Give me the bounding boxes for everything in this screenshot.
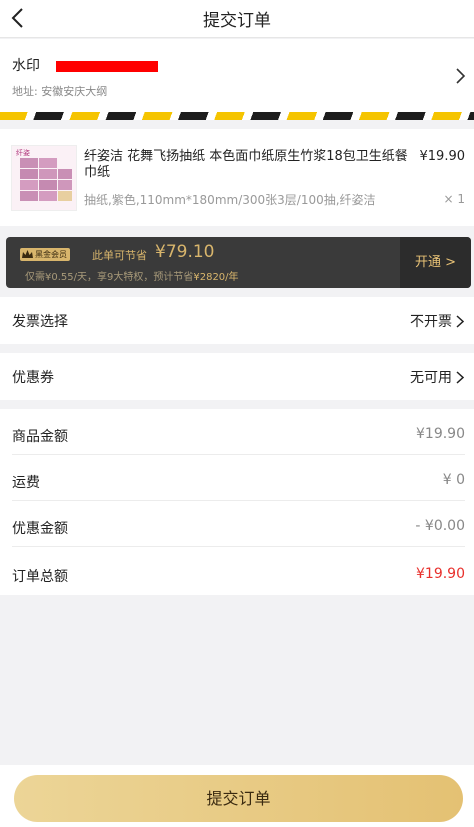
amount-value: ¥19.90 bbox=[416, 426, 465, 442]
amount-label: 商品金额 bbox=[12, 429, 68, 445]
invoice-value: 不开票 bbox=[410, 314, 452, 330]
product-thumbnail: 纤姿 bbox=[11, 145, 77, 211]
coupon-row[interactable]: 优惠券 无可用 bbox=[0, 353, 474, 400]
member-subtext-highlight: ¥2820/年 bbox=[193, 272, 239, 283]
member-subtext-prefix: 仅需¥0.55/天，享9大特权，预计节省 bbox=[25, 272, 194, 283]
member-badge-label: 黑金会员 bbox=[35, 250, 67, 259]
product-title: 纤姿洁 花舞飞扬抽纸 本色面巾纸原生竹浆18包卫生纸餐巾纸 bbox=[84, 149, 408, 180]
invoice-label: 发票选择 bbox=[12, 314, 68, 330]
shipping-row: 运费 ¥ 0 bbox=[0, 455, 474, 501]
goods-amount-row: 商品金额 ¥19.90 bbox=[0, 409, 474, 455]
member-subtext: 仅需¥0.55/天，享9大特权，预计节省¥2820/年 bbox=[25, 268, 239, 283]
chevron-right-icon bbox=[456, 314, 464, 328]
submit-order-button[interactable]: 提交订单 bbox=[14, 775, 463, 822]
member-badge: 黑金会员 bbox=[20, 248, 70, 261]
address-border-stripe bbox=[0, 112, 474, 120]
invoice-row[interactable]: 发票选择 不开票 bbox=[0, 297, 474, 344]
coupon-value: 无可用 bbox=[410, 370, 452, 386]
page-title: 提交订单 bbox=[203, 11, 271, 31]
amount-label: 订单总额 bbox=[12, 569, 68, 585]
amount-value: - ¥0.00 bbox=[415, 518, 465, 534]
product-spec: 抽纸,紫色,110mm*180mm/300张3层/100抽,纤姿洁 bbox=[84, 193, 376, 207]
product-quantity: × 1 bbox=[443, 192, 465, 206]
recipient-row: 水印 bbox=[12, 55, 158, 75]
amount-label: 运费 bbox=[12, 475, 40, 491]
amount-label: 优惠金额 bbox=[12, 521, 68, 537]
order-total-row: 订单总额 ¥19.90 bbox=[0, 549, 474, 595]
open-membership-button[interactable]: 开通 > bbox=[400, 237, 471, 288]
recipient-name: 水印 bbox=[12, 58, 40, 74]
coupon-label: 优惠券 bbox=[12, 370, 54, 386]
membership-banner[interactable]: 黑金会员 此单可节省 ¥79.10 仅需¥0.55/天，享9大特权，预计节省¥2… bbox=[6, 237, 471, 288]
bottom-bar: 提交订单 bbox=[0, 765, 474, 827]
divider bbox=[12, 546, 465, 547]
crown-icon bbox=[22, 250, 33, 258]
amount-value: ¥ 0 bbox=[442, 472, 465, 488]
amount-summary: 商品金额 ¥19.90 运费 ¥ 0 优惠金额 - ¥0.00 订单总额 ¥19… bbox=[0, 409, 474, 595]
invoice-value-group: 不开票 bbox=[410, 311, 464, 331]
product-price: ¥19.90 bbox=[419, 149, 466, 164]
nav-bar: 提交订单 bbox=[0, 0, 474, 38]
redacted-phone bbox=[56, 60, 158, 72]
chevron-right-icon bbox=[456, 68, 466, 84]
chevron-right-icon bbox=[456, 370, 464, 384]
svg-text:纤姿: 纤姿 bbox=[16, 148, 30, 157]
coupon-value-group: 无可用 bbox=[410, 367, 464, 387]
save-label: 此单可节省 bbox=[92, 249, 147, 262]
product-item[interactable]: 纤姿 纤姿洁 花舞飞扬抽纸 本色面巾纸原生竹浆18包卫生纸餐巾纸 ¥19.90 … bbox=[0, 129, 474, 226]
discount-row: 优惠金额 - ¥0.00 bbox=[0, 501, 474, 547]
order-total-value: ¥19.90 bbox=[416, 566, 465, 582]
address-text: 地址: 安徽安庆大纲 bbox=[12, 85, 108, 98]
address-card[interactable]: 水印 地址: 安徽安庆大纲 bbox=[0, 39, 474, 120]
save-amount: ¥79.10 bbox=[155, 242, 215, 262]
